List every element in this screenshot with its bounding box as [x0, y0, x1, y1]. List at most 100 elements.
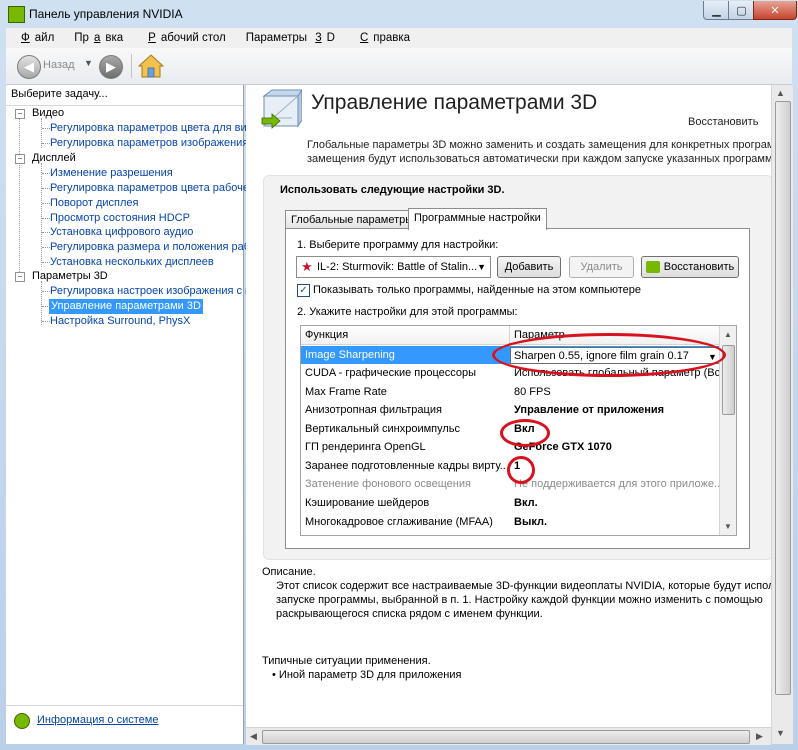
tree-line [42, 143, 50, 144]
description-text: Этот список содержит все настраиваемые 3… [276, 579, 771, 621]
menu-edit[interactable]: Пр а вка [69, 32, 128, 44]
setting-row-max-frame-rate[interactable]: Max Frame Rate 80 FPS [301, 383, 719, 401]
setting-row-vsync[interactable]: Вертикальный синхроимпульс Вкл [301, 420, 719, 438]
collapse-3d-icon[interactable]: − [15, 272, 25, 282]
arrow-left-icon: ◀ [24, 59, 34, 74]
scroll-down-icon[interactable]: ▼ [724, 522, 732, 531]
setting-value: Sharpen 0.55, ignore film grain 0.17 [514, 350, 689, 362]
setting-row-prerendered-frames[interactable]: Заранее подготовленные кадры вирту... 1 [301, 457, 719, 475]
system-info-link[interactable]: Информация о системе [37, 714, 158, 726]
menu-bar: Файл Пр а вка Рабочий стол Параметры 3D Сп… [6, 28, 792, 48]
tree-node-3d[interactable]: Параметры 3D [32, 269, 108, 284]
scroll-down-icon[interactable]: ▼ [776, 728, 785, 738]
remove-program-button[interactable]: Удалить [569, 256, 634, 278]
setting-value: Выкл. [514, 516, 548, 528]
title-bar: Панель управления NVIDIA ▁ ▢ ✕ [0, 0, 798, 28]
tree-item-resolution[interactable]: Изменение разрешения [50, 166, 173, 181]
setting-row-anisotropic[interactable]: Анизотропная фильтрация Управление от пр… [301, 401, 719, 419]
close-button[interactable]: ✕ [753, 1, 797, 20]
intro-text: Глобальные параметры 3D можно заменить и… [307, 138, 771, 166]
tree-item-rotate[interactable]: Поворот дисплея [50, 196, 138, 211]
tree-item-desktop-color[interactable]: Регулировка параметров цвета рабочег [50, 181, 253, 196]
setting-name: Max Frame Rate [305, 386, 387, 398]
content-horizontal-scrollbar[interactable]: ◀ ▶ [246, 727, 771, 745]
menu-desktop[interactable]: Рабочий стол [138, 32, 231, 44]
setting-row-shader-cache[interactable]: Кэширование шейдеров Вкл. [301, 494, 719, 512]
setting-value: Не поддерживается для этого приложе... [514, 478, 719, 490]
home-icon[interactable] [138, 53, 164, 79]
tree-line [41, 163, 42, 267]
task-pane: Выберите задачу... − Видео Регулировка п… [6, 85, 258, 744]
show-found-programs-checkbox[interactable]: ✓ [297, 284, 310, 297]
back-label: Назад [43, 59, 75, 71]
tree-item-video-color[interactable]: Регулировка параметров цвета для вид [50, 121, 253, 136]
setting-name: Кэширование шейдеров [305, 497, 430, 509]
collapse-video-icon[interactable]: − [15, 109, 25, 119]
tree-item-size-position[interactable]: Регулировка размера и положения рабо [50, 240, 256, 255]
scroll-up-icon[interactable]: ▲ [724, 330, 732, 339]
tree-line [42, 128, 50, 129]
toolbar-separator [131, 54, 132, 78]
tree-item-video-image[interactable]: Регулировка параметров изображения д [50, 136, 258, 151]
add-program-button[interactable]: Добавить [497, 256, 561, 278]
setting-name: ГП рендеринга OpenGL [305, 441, 426, 453]
scroll-up-icon[interactable]: ▲ [776, 88, 785, 98]
show-found-programs-label: Показывать только программы, найденные н… [313, 284, 642, 296]
tab-global-settings[interactable]: Глобальные параметры [285, 210, 420, 229]
arrow-right-icon: ▶ [106, 59, 116, 74]
menu-help[interactable]: Справка [350, 32, 415, 44]
tree-item-image-preview[interactable]: Регулировка настроек изображения с пр [50, 284, 257, 299]
program-star-icon: ★ [301, 259, 313, 274]
collapse-display-icon[interactable]: − [15, 154, 25, 164]
grid-scroll-thumb[interactable] [722, 345, 735, 415]
history-dropdown-icon[interactable]: ▼ [84, 58, 93, 68]
content-scroll-thumb[interactable] [775, 101, 791, 695]
tree-item-surround-physx[interactable]: Настройка Surround, PhysX [50, 314, 190, 329]
window-title: Панель управления NVIDIA [29, 7, 183, 21]
content-vertical-scrollbar[interactable]: ▲ ▼ [771, 85, 793, 744]
program-select[interactable]: ★ IL-2: Sturmovik: Battle of Stalin... ▼ [296, 256, 491, 278]
task-pane-divider [6, 705, 243, 706]
menu-3d-settings[interactable]: Параметры 3D [241, 32, 340, 44]
system-info-icon [14, 713, 30, 729]
menu-file[interactable]: Файл [11, 32, 59, 44]
tree-item-audio[interactable]: Установка цифрового аудио [50, 225, 193, 240]
tree-item-multi-display[interactable]: Установка нескольких дисплеев [50, 255, 214, 270]
setting-row-mfaa[interactable]: Многокадровое сглаживание (MFAA) Выкл. [301, 513, 719, 531]
nvidia-logo-icon [645, 261, 660, 274]
restore-defaults-link[interactable]: Восстановить [688, 116, 758, 128]
setting-value: GeForce GTX 1070 [514, 441, 612, 453]
setting-row-ambient-occlusion[interactable]: Затенение фонового освещения Не поддержи… [301, 475, 719, 493]
content-hscroll-thumb[interactable] [262, 730, 750, 744]
tree-node-video[interactable]: Видео [32, 106, 64, 121]
tree-line [41, 281, 42, 325]
maximize-button[interactable]: ▢ [728, 1, 755, 20]
column-function: Функция [305, 329, 349, 341]
setting-row-image-sharpening[interactable]: Image Sharpening Sharpen 0.55, ignore fi… [301, 346, 721, 364]
setting-row-cuda[interactable]: CUDA - графические процессоры Использова… [301, 364, 719, 382]
setting-value-select[interactable]: Sharpen 0.55, ignore film grain 0.17 ▼ [510, 347, 721, 364]
forward-button[interactable]: ▶ [99, 55, 123, 79]
column-divider [509, 326, 510, 344]
minimize-button[interactable]: ▁ [703, 1, 730, 20]
tree-node-display[interactable]: Дисплей [32, 151, 76, 166]
setting-row-opengl-gpu[interactable]: ГП рендеринга OpenGL GeForce GTX 1070 [301, 438, 719, 456]
description-line: Этот список содержит все настраиваемые 3… [276, 580, 771, 592]
tree-line [42, 247, 50, 248]
scroll-right-icon[interactable]: ▶ [756, 731, 763, 742]
setting-name: Вертикальный синхроимпульс [305, 423, 461, 435]
grid-header: Функция Параметр [301, 326, 736, 345]
restore-program-label: Восстановить [663, 261, 735, 273]
settings-heading: Использовать следующие настройки 3D. [280, 184, 505, 196]
3d-settings-icon [261, 89, 302, 129]
tab-program-settings[interactable]: Программные настройки [408, 208, 547, 230]
tree-item-manage-3d[interactable]: Управление параметрами 3D [49, 299, 203, 314]
setting-value: 80 FPS [514, 386, 551, 398]
grid-scrollbar[interactable]: ▲ ▼ [719, 326, 736, 535]
tree-item-hdcp[interactable]: Просмотр состояния HDCP [50, 211, 190, 226]
back-button[interactable]: ◀ [17, 55, 41, 79]
scroll-left-icon[interactable]: ◀ [250, 731, 257, 742]
description-line: раскрывающегося списка рядом с именем фу… [276, 608, 543, 620]
setting-name: Анизотропная фильтрация [305, 404, 442, 416]
restore-program-button[interactable]: Восстановить [641, 256, 739, 278]
